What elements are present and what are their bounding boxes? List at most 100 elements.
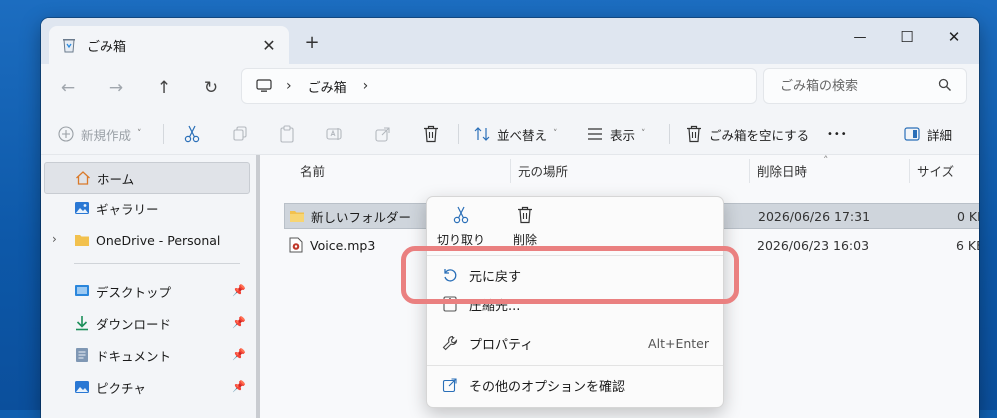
copy-icon: [231, 125, 249, 143]
pin-icon[interactable]: 📌: [232, 348, 246, 361]
menu-divider: [427, 365, 723, 366]
trash-icon: [515, 205, 535, 225]
sidebar-item-label: ダウンロード: [96, 316, 172, 332]
divider: [669, 124, 670, 144]
gallery-icon: [74, 200, 90, 216]
sidebar-item-label: ピクチャ: [96, 380, 146, 396]
column-divider[interactable]: [909, 159, 910, 183]
rename-button[interactable]: [326, 114, 344, 154]
desktop-icon: [74, 283, 90, 299]
divider: [163, 124, 164, 144]
sort-icon: [473, 125, 491, 143]
more-icon: •••: [827, 128, 848, 140]
maximize-icon[interactable]: ☐: [884, 22, 930, 52]
address-bar[interactable]: › ごみ箱 ›: [241, 68, 757, 104]
new-button[interactable]: 新規作成 ˅: [57, 114, 142, 154]
tab-recycle-bin[interactable]: ごみ箱 ✕: [49, 26, 289, 64]
download-icon: [74, 315, 90, 331]
context-properties-item[interactable]: プロパティ Alt+Enter: [441, 327, 709, 359]
new-tab-icon[interactable]: +: [301, 31, 323, 53]
close-icon[interactable]: ✕: [931, 22, 977, 52]
wrench-icon: [441, 334, 459, 352]
title-bar: ごみ箱 ✕ + — ☐ ✕: [41, 18, 979, 64]
back-icon[interactable]: ←: [53, 73, 83, 103]
pin-icon[interactable]: 📌: [232, 284, 246, 297]
sidebar-item-gallery[interactable]: ギャラリー: [44, 193, 248, 223]
sidebar-item-label: OneDrive - Personal: [96, 232, 221, 248]
refresh-icon[interactable]: ↻: [196, 73, 226, 103]
empty-recycle-bin-button[interactable]: ごみ箱を空にする: [685, 114, 809, 154]
scissors-icon: [183, 125, 201, 143]
sidebar-item-pictures[interactable]: ピクチャ 📌: [44, 372, 248, 402]
view-list-icon: [586, 125, 604, 143]
chevron-down-icon: ˅: [553, 129, 558, 139]
column-header-size[interactable]: サイズ: [917, 155, 954, 185]
audio-file-icon: [288, 237, 304, 253]
pin-icon[interactable]: 📌: [232, 380, 246, 393]
column-divider[interactable]: [749, 159, 750, 183]
sidebar-item-label: ドキュメント: [96, 348, 172, 364]
minimize-icon[interactable]: —: [837, 22, 883, 52]
sidebar-item-desktop[interactable]: デスクトップ 📌: [44, 276, 248, 306]
column-header-original-location[interactable]: 元の場所: [518, 155, 568, 185]
breadcrumb-separator: ›: [286, 78, 292, 94]
copy-button[interactable]: [231, 114, 249, 154]
trash-icon: [685, 125, 703, 143]
file-size: 6 KB: [956, 237, 979, 253]
sidebar-item-onedrive[interactable]: › OneDrive - Personal: [44, 225, 248, 255]
chevron-right-icon[interactable]: ›: [52, 232, 57, 246]
chevron-down-icon: ˅: [641, 129, 646, 139]
home-icon: [75, 170, 91, 186]
document-icon: [74, 347, 90, 363]
search-box[interactable]: [763, 68, 967, 104]
more-options-button[interactable]: •••: [827, 114, 848, 154]
sort-button[interactable]: 並べ替え ˅: [473, 114, 558, 154]
tab-title: ごみ箱: [87, 39, 127, 55]
view-label: 表示: [610, 127, 636, 143]
folder-icon: [74, 232, 90, 248]
sort-ascending-icon: ˄: [823, 154, 829, 167]
details-pane-icon: [903, 125, 921, 143]
navigation-pane: ホーム ギャラリー › OneDrive - Personal デスクトップ 📌: [41, 155, 256, 418]
paste-button[interactable]: [278, 114, 296, 154]
sidebar-item-label: ホーム: [97, 171, 135, 187]
share-button[interactable]: [374, 114, 392, 154]
search-input[interactable]: [778, 77, 932, 95]
file-date-deleted: 2026/06/23 16:03: [757, 237, 870, 253]
cut-button[interactable]: [183, 114, 201, 154]
file-size: 0 KB: [957, 208, 979, 224]
open-external-icon: [441, 376, 459, 394]
forward-icon[interactable]: →: [101, 73, 131, 103]
up-icon[interactable]: ↑: [149, 73, 179, 103]
breadcrumb-item-recycle-bin[interactable]: ごみ箱: [308, 77, 347, 96]
context-more-options-item[interactable]: その他のオプションを確認: [441, 369, 709, 401]
pictures-icon: [74, 379, 90, 395]
context-properties-label: プロパティ: [469, 337, 534, 353]
sidebar-item-downloads[interactable]: ダウンロード 📌: [44, 308, 248, 338]
recycle-bin-icon: [61, 37, 77, 53]
folder-icon: [289, 208, 305, 224]
delete-button[interactable]: [422, 114, 440, 154]
sidebar-item-home[interactable]: ホーム: [44, 162, 250, 194]
trash-icon: [422, 125, 440, 143]
plus-circle-icon: [57, 125, 75, 143]
column-header-date-deleted[interactable]: 削除日時: [757, 155, 807, 185]
new-label: 新規作成: [81, 127, 132, 143]
sidebar-item-documents[interactable]: ドキュメント 📌: [44, 340, 248, 370]
details-label: 詳細: [927, 127, 953, 143]
search-icon[interactable]: [938, 78, 952, 92]
share-icon: [374, 125, 392, 143]
context-delete-button[interactable]: 削除: [495, 205, 555, 251]
view-button[interactable]: 表示 ˅: [586, 114, 646, 154]
sidebar-item-label: デスクトップ: [96, 284, 172, 300]
tab-close-icon[interactable]: ✕: [259, 35, 279, 55]
pin-icon[interactable]: 📌: [232, 316, 246, 329]
column-divider[interactable]: [510, 159, 511, 183]
column-header-name[interactable]: 名前: [300, 155, 325, 185]
sidebar-divider: [74, 263, 240, 264]
breadcrumb-separator-end[interactable]: ›: [363, 78, 369, 94]
details-button[interactable]: 詳細: [903, 114, 952, 154]
sort-label: 並べ替え: [497, 127, 548, 143]
context-cut-button[interactable]: 切り取り: [431, 205, 491, 251]
context-more-options-label: その他のオプションを確認: [469, 379, 626, 395]
